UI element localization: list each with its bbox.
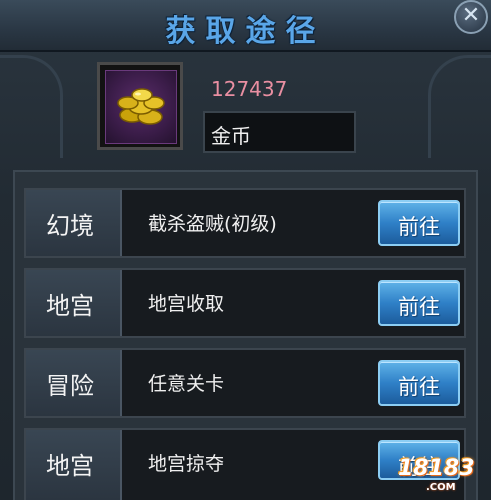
source-row: 冒险 任意关卡 前往: [24, 348, 466, 418]
frame-ornament-right: [428, 55, 491, 158]
dialog-title: 获取途径: [165, 14, 326, 49]
source-description: 任意关卡: [148, 373, 225, 395]
site-watermark: 18183 .COM: [392, 440, 491, 500]
title-bar: 获取途径: [0, 0, 491, 52]
go-button[interactable]: 前往: [378, 360, 460, 406]
source-category-cell: 幻境: [26, 190, 122, 256]
source-description: 地宫收取: [148, 293, 225, 315]
go-button-label: 前往: [398, 295, 440, 319]
gold-coins-icon: [117, 88, 165, 125]
source-category: 地宫: [46, 292, 94, 320]
close-icon: ✕: [461, 3, 481, 28]
go-button[interactable]: 前往: [378, 280, 460, 326]
source-category-cell: 地宫: [26, 430, 122, 500]
go-button[interactable]: 前往: [378, 200, 460, 246]
go-button-label: 前往: [398, 215, 440, 239]
item-icon-slot: [97, 62, 183, 150]
dialog-frame: 获取途径 ✕ 127437 金币 幻境 截杀盗贼(初级) 前往 地宫 地宫收取 …: [0, 0, 491, 500]
source-category-cell: 地宫: [26, 270, 122, 336]
source-description: 截杀盗贼(初级): [148, 213, 277, 235]
source-description: 地宫掠夺: [148, 453, 225, 475]
item-icon-background: [105, 70, 177, 144]
source-row: 地宫 地宫收取 前往: [24, 268, 466, 338]
source-category-cell: 冒险: [26, 350, 122, 416]
source-row: 幻境 截杀盗贼(初级) 前往: [24, 188, 466, 258]
item-name: 金币: [211, 124, 251, 148]
item-name-box: 金币: [203, 111, 356, 153]
frame-ornament-left: [0, 55, 63, 158]
item-count: 127437: [211, 77, 288, 101]
source-category: 幻境: [46, 212, 94, 240]
close-button[interactable]: ✕: [454, 0, 488, 34]
watermark-domain-text: .COM: [426, 482, 456, 493]
go-button-label: 前往: [398, 375, 440, 399]
source-category: 地宫: [46, 452, 94, 480]
watermark-logo-text: 18183: [398, 456, 475, 481]
source-category: 冒险: [46, 372, 94, 400]
